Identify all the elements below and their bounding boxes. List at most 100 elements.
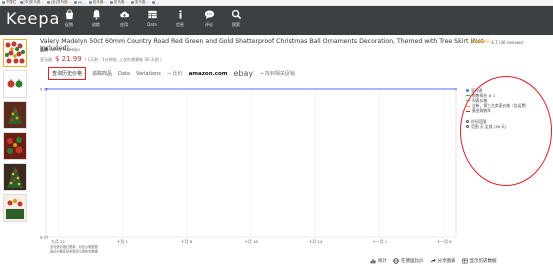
bookmark-label: … <box>155 0 160 5</box>
bookmark-label: 亚马逊… <box>92 0 107 4</box>
price-line: 亚马逊 $ 21.99 ( 1天前 - 1分钟前, 上次价格更新 30 天前 ) <box>40 55 162 63</box>
chart-footnote: 亚马逊价格已更新。对比价格按照 <box>50 244 99 249</box>
bookmark-item[interactable]: 亚马逊… <box>88 0 107 5</box>
nav-item-label: 应用 <box>120 22 128 27</box>
share-button[interactable]: 分享图表 <box>430 258 456 264</box>
series-point <box>45 88 47 90</box>
chart-plot-area <box>40 83 460 255</box>
thumbnail-4[interactable] <box>3 132 27 160</box>
bookmark-item[interactable]: [中]亚马逊… <box>19 0 44 5</box>
x-tick-label: 十一月 1 <box>372 239 388 244</box>
current-price: $ 21.99 <box>55 55 82 63</box>
thumbnail-6[interactable] <box>3 194 27 222</box>
x-tick-label: 十一月 8 <box>436 239 452 244</box>
bookmark-item[interactable]: [全]亚马逊… <box>46 0 71 5</box>
nav-item-label: 评论 <box>205 22 213 27</box>
bookmark-favicon <box>19 1 23 4</box>
rating-count: 4.7 (36 reviews) <box>491 39 524 45</box>
nav-item-1[interactable]: 追踪 <box>84 9 108 33</box>
chat-icon <box>204 10 214 20</box>
x-tick-label: 十月 16 <box>244 239 258 244</box>
x-tick-label: 十月 8 <box>181 239 193 244</box>
bell-icon <box>92 9 100 20</box>
bookmark-label: 亚马逊… <box>134 0 149 4</box>
bookmark-favicon <box>109 1 113 4</box>
brand-value: Valery Madelyn <box>49 47 80 52</box>
chart-actions: 统计 在德国比价 分享图表 显示历史数据 <box>370 258 497 264</box>
product-rating[interactable]: ★★★★½ 4.7 (36 reviews) <box>470 39 524 45</box>
history-button[interactable]: 显示历史数据 <box>461 258 497 264</box>
bookmark-item[interactable]: 书签栏 <box>2 0 17 5</box>
x-tick-label: 九月 22 <box>51 239 65 244</box>
nav-item-label: 信息 <box>176 22 184 27</box>
bookmark-favicon <box>2 1 5 4</box>
tab-1[interactable]: 追踪商品 <box>92 70 112 77</box>
bookmark-label: [全]亚马逊… <box>50 0 71 4</box>
table-icon <box>461 258 468 264</box>
chart-footnote: 最近价格变动来自亚马逊实时数据 <box>50 249 99 254</box>
tab-0[interactable]: 查询历史价格 <box>48 67 87 80</box>
bookmark-label: PP… <box>77 0 86 5</box>
series-point <box>455 88 457 90</box>
history-label: 显示历史数据 <box>469 259 497 264</box>
bookmark-item[interactable]: … <box>151 0 160 5</box>
nav-item-4[interactable]: 信息 <box>168 9 192 33</box>
x-tick-label: 十月 24 <box>309 239 323 244</box>
shopping-bag-icon <box>65 9 73 20</box>
cloud-icon <box>119 11 129 18</box>
keepa-nav: Keepa 促销 追踪 应用 Data 信息 评论 搜索 <box>0 6 553 35</box>
tab-6[interactable]: ebay <box>233 69 253 78</box>
bookmark-favicon <box>130 1 134 4</box>
bookmark-item[interactable]: PP… <box>73 0 86 5</box>
compare-button[interactable]: 在德国比价 <box>393 258 424 264</box>
tab-4[interactable]: → 比价 <box>167 70 183 77</box>
share-label: 分享图表 <box>437 259 456 264</box>
compare-label: 在德国比价 <box>401 259 424 264</box>
stats-label: 统计 <box>378 259 387 264</box>
nav-item-label: 促销 <box>65 22 73 27</box>
stats-button[interactable]: 统计 <box>370 258 387 264</box>
thumbnail-1[interactable] <box>3 39 27 67</box>
annotation-circle <box>460 76 552 186</box>
nav-item-2[interactable]: 应用 <box>112 9 136 33</box>
rating-stars: ★★★★½ <box>470 39 491 45</box>
thumbnail-5[interactable] <box>3 163 27 191</box>
product-thumbnails <box>3 39 30 225</box>
nav-item-label: 追踪 <box>92 22 100 27</box>
product-brand: 品牌 Valery Madelyn <box>40 47 80 53</box>
nav-item-label: Data <box>147 22 157 27</box>
bookmark-item[interactable]: 亚马逊… <box>130 0 149 5</box>
price-history-chart[interactable]: 九月 22 十月 1 十月 8 十月 16 十月 24 十一月 1 十一月 8$ 22$ 2… <box>40 83 460 255</box>
globe-icon <box>393 258 399 264</box>
tab-2[interactable]: Data <box>118 71 130 77</box>
bookmark-favicon <box>151 1 155 4</box>
bookmark-item[interactable]: 亚马逊… <box>109 0 128 5</box>
product-title[interactable]: Valery Madelyn 50ct 60mm Country Road Re… <box>40 38 510 52</box>
bar-chart-icon <box>370 259 376 264</box>
bookmark-label: 书签栏 <box>6 0 17 4</box>
info-icon <box>178 10 182 19</box>
bookmark-label: [中]亚马逊… <box>23 0 44 4</box>
bookmark-favicon <box>46 1 50 4</box>
product-tabs: 查询历史价格 追踪商品 Data Variations → 比价 amazon.com eb… <box>48 67 295 80</box>
bookmark-favicon <box>88 1 92 4</box>
share-icon <box>430 258 436 263</box>
y-tick-label: $ 21 <box>40 235 49 240</box>
nav-item-0[interactable]: 促销 <box>57 9 81 33</box>
x-tick-label: 十月 1 <box>117 239 129 244</box>
nav-item-5[interactable]: 评论 <box>197 9 221 33</box>
nav-item-6[interactable]: 搜索 <box>224 9 248 33</box>
nav-item-3[interactable]: Data <box>140 9 164 33</box>
tab-7[interactable]: → 找到相关促销 <box>259 70 295 77</box>
legend-dot <box>466 89 469 93</box>
tab-5[interactable]: amazon.com <box>189 71 228 77</box>
price-label: 亚马逊 <box>40 57 52 62</box>
bookmark-favicon <box>73 1 77 4</box>
thumbnail-3[interactable] <box>3 101 27 129</box>
table-icon <box>147 10 157 19</box>
tab-3[interactable]: Variations <box>136 71 161 77</box>
bookmark-label: 亚马逊… <box>113 0 128 4</box>
keepa-logo[interactable]: Keepa <box>6 9 60 28</box>
thumbnail-2[interactable] <box>3 70 27 98</box>
brand-label: 品牌 <box>40 47 48 52</box>
